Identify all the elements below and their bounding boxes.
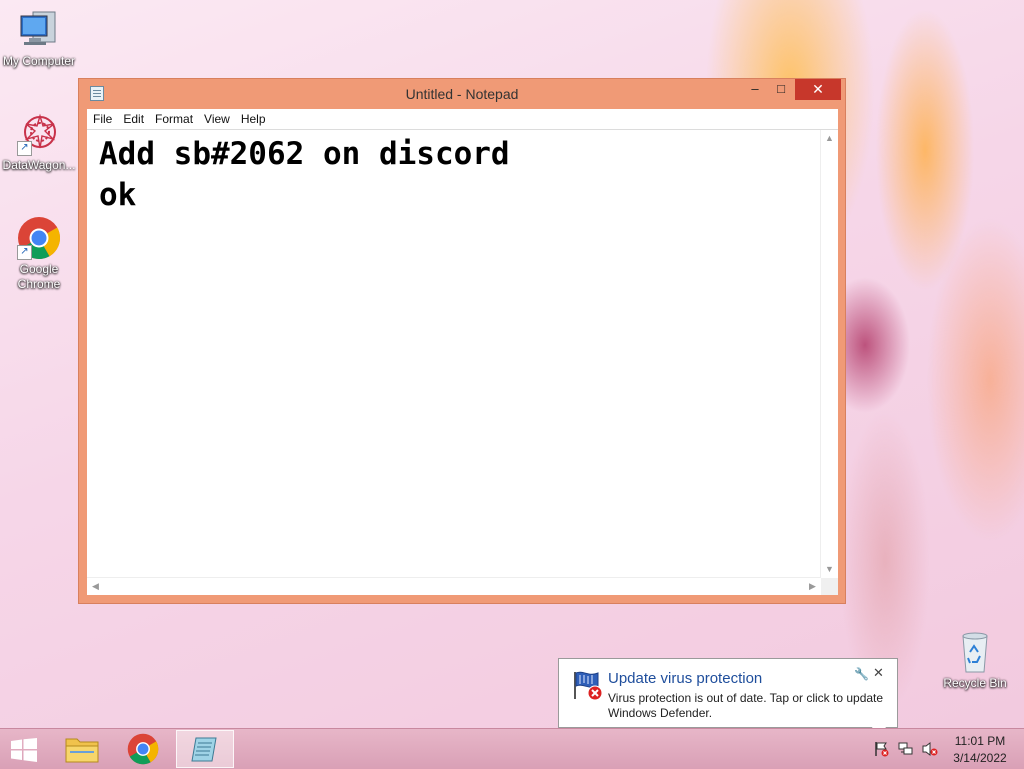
taskbar-clock[interactable]: 11:01 PM 3/14/2022 <box>944 733 1016 767</box>
chrome-icon <box>127 733 159 765</box>
editor-content[interactable]: Add sb#2062 on discord ok <box>99 134 510 216</box>
scrollbar-corner <box>821 578 838 595</box>
clock-time: 11:01 PM <box>954 734 1006 748</box>
desktop-icon-label: Google Chrome <box>17 262 61 291</box>
computer-icon <box>17 8 61 52</box>
desktop-icon-label: DataWagon... <box>2 158 76 172</box>
menu-view[interactable]: View <box>198 109 235 126</box>
desktop-icon-google-chrome[interactable]: ↗ Google Chrome <box>0 216 78 292</box>
chrome-icon: ↗ <box>17 216 61 260</box>
scroll-down-icon[interactable]: ▼ <box>821 561 838 578</box>
defender-flag-icon <box>574 671 603 701</box>
notepad-window[interactable]: Untitled - Notepad – □ ✕ File Edit Format V… <box>78 78 846 604</box>
notification-body[interactable]: Virus protection is out of date. Tap or … <box>608 691 893 721</box>
scroll-right-icon[interactable]: ▶ <box>804 578 821 595</box>
title-bar[interactable]: Untitled - Notepad – □ ✕ <box>79 79 845 109</box>
maximize-button[interactable]: □ <box>768 79 794 100</box>
minimize-button[interactable]: – <box>742 79 768 100</box>
desktop-icon-recycle-bin[interactable]: Recycle Bin <box>936 630 1014 691</box>
horizontal-scrollbar[interactable]: ◀ ▶ <box>87 577 821 595</box>
desktop-icon-my-computer[interactable]: My Computer <box>0 8 78 69</box>
notification-close-button[interactable]: ✕ <box>873 665 884 681</box>
desktop-icon-datawagon[interactable]: ↗ DataWagon... <box>0 112 78 173</box>
menu-bar: File Edit Format View Help <box>87 109 838 129</box>
action-center-flag-icon[interactable] <box>874 741 890 757</box>
taskbar-file-explorer[interactable] <box>54 730 109 768</box>
menu-file[interactable]: File <box>87 109 117 126</box>
shortcut-arrow-icon: ↗ <box>17 141 32 156</box>
vertical-scrollbar[interactable]: ▲ ▼ <box>820 130 838 578</box>
notification-toast[interactable]: Update virus protection Virus protection… <box>558 658 898 728</box>
scroll-left-icon[interactable]: ◀ <box>87 578 104 595</box>
menu-help[interactable]: Help <box>235 109 271 126</box>
taskbar-chrome[interactable] <box>115 730 170 768</box>
notification-title[interactable]: Update virus protection <box>608 670 762 687</box>
window-title: Untitled - Notepad <box>405 86 519 102</box>
menu-format[interactable]: Format <box>149 109 198 126</box>
text-editor[interactable]: Add sb#2062 on discord ok ▲ ▼ ◀ ▶ <box>87 129 838 595</box>
notepad-icon <box>191 737 217 762</box>
folder-icon <box>65 738 99 763</box>
desktop-icon-label: Recycle Bin <box>943 676 1007 690</box>
taskbar-notepad[interactable] <box>176 730 234 768</box>
desktop-icon-label: My Computer <box>2 54 76 68</box>
shortcut-arrow-icon: ↗ <box>17 245 32 260</box>
windows-logo-icon[interactable] <box>10 738 38 762</box>
volume-muted-icon[interactable] <box>922 741 938 757</box>
datawagon-icon: ↗ <box>17 112 61 156</box>
scroll-up-icon[interactable]: ▲ <box>821 130 838 147</box>
close-button[interactable]: ✕ <box>795 79 841 100</box>
network-icon[interactable] <box>898 741 914 757</box>
menu-edit[interactable]: Edit <box>117 109 149 126</box>
clock-date: 3/14/2022 <box>953 751 1007 765</box>
taskbar: 11:01 PM 3/14/2022 <box>0 728 1024 769</box>
wrench-icon[interactable]: 🔧 <box>854 667 869 681</box>
recycle-bin-icon <box>953 630 997 674</box>
